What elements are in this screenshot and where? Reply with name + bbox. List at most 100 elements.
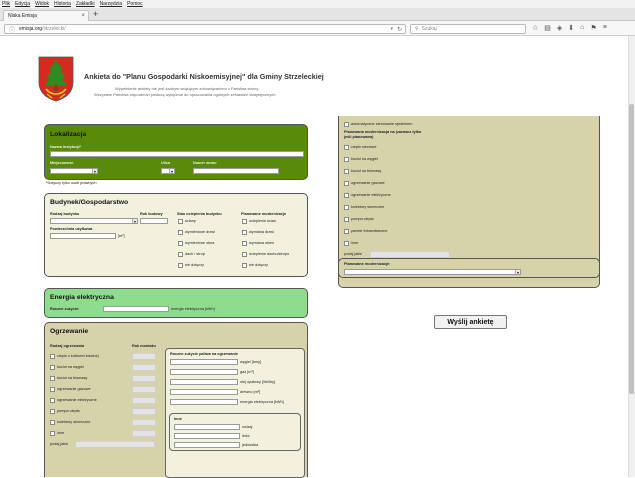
hamburger-menu-icon[interactable]: ≡ bbox=[603, 24, 607, 32]
miejscowosc-select[interactable]: ▾ bbox=[50, 168, 98, 174]
ogrz-checkbox-kotlownia[interactable] bbox=[50, 354, 55, 359]
zuzycie-olej-input[interactable] bbox=[170, 379, 238, 385]
ogrz-rok-wegiel[interactable] bbox=[132, 364, 156, 371]
zuzycie-paliwa-label: Roczne zużycie paliwa na ogrzewanie bbox=[170, 352, 238, 356]
close-icon[interactable]: × bbox=[81, 13, 85, 19]
planowane-select[interactable]: ▾ bbox=[344, 269, 521, 275]
right-checkbox-pompa[interactable] bbox=[344, 217, 349, 222]
miejscowosc-label: Miejscowość bbox=[50, 161, 74, 165]
rodzaj-budynku-select[interactable]: ▾ bbox=[50, 218, 138, 224]
bookmark-star-icon[interactable]: ☆ bbox=[532, 24, 538, 32]
menu-pomoc[interactable]: Pomoc bbox=[127, 1, 143, 7]
plan-checkbox-nie-dotyczy[interactable] bbox=[242, 263, 247, 268]
tab-niska-emisja[interactable]: Niska Emisja × bbox=[3, 10, 89, 21]
ogrz-rok-biomasa[interactable] bbox=[132, 375, 156, 382]
new-tab-icon[interactable]: + bbox=[93, 10, 98, 19]
search-input[interactable]: ⚲ Szukaj bbox=[410, 24, 526, 34]
rodzaj-ogrzewania-label: Rodzaj ogrzewania bbox=[50, 344, 85, 348]
addon-icon[interactable]: ⚑ bbox=[590, 24, 596, 32]
right-checkbox-biomasa[interactable] bbox=[344, 169, 349, 174]
stan-checkbox-okna[interactable] bbox=[178, 241, 183, 246]
submit-button[interactable]: Wyślij ankietę bbox=[434, 315, 507, 329]
ogrz-checkbox-elektryczne[interactable] bbox=[50, 398, 55, 403]
stan-checkbox-nie-dotyczy[interactable] bbox=[178, 263, 183, 268]
stan-checkbox-sciany[interactable] bbox=[178, 219, 183, 224]
lokalizacja-panel: Lokalizacja Nazwa instytucji* Miejscowoś… bbox=[44, 124, 308, 180]
ogrz-label-wegiel: kocioł na węgiel bbox=[57, 365, 84, 369]
reading-list-icon[interactable]: ▤ bbox=[544, 24, 551, 32]
right-podaj-input[interactable] bbox=[370, 251, 450, 258]
energia-unit: energia elektryczna [kWh] bbox=[171, 307, 215, 311]
ogrz-checkbox-inne[interactable] bbox=[50, 431, 55, 436]
home-icon[interactable]: ⌂ bbox=[580, 24, 584, 32]
ogrz-rok-pompa[interactable] bbox=[132, 408, 156, 415]
ogrz-rok-inne[interactable] bbox=[132, 430, 156, 437]
inne-rodzaj-input[interactable] bbox=[174, 424, 240, 430]
roczne-zuzycie-input[interactable] bbox=[103, 306, 169, 312]
right-checkbox-auto-top[interactable] bbox=[344, 122, 349, 127]
search-icon: ⚲ bbox=[415, 26, 419, 32]
zuzycie-wegiel-input[interactable] bbox=[170, 359, 238, 365]
ogrz-rok-kotlownia[interactable] bbox=[132, 353, 156, 360]
menu-narzedzia[interactable]: Narzędzia bbox=[100, 1, 123, 7]
ogrz-checkbox-biomasa[interactable] bbox=[50, 376, 55, 381]
ulica-select[interactable]: ▾ bbox=[161, 168, 175, 174]
stan-label-okna: wymienione okna bbox=[185, 241, 215, 245]
inne-box: Inne rodzaj ilość jednostka bbox=[169, 413, 301, 451]
planowane-panel: Planowane modernizacje: ▾ bbox=[338, 258, 600, 278]
menu-plik[interactable]: Plik bbox=[2, 1, 10, 7]
download-icon[interactable]: ⬇ bbox=[568, 24, 574, 32]
right-checkbox-gazowe[interactable] bbox=[344, 181, 349, 186]
plan-checkbox-okna[interactable] bbox=[242, 241, 247, 246]
menu-zakladki[interactable]: Zakładki bbox=[76, 1, 95, 7]
ogrz-podaj-input[interactable] bbox=[75, 441, 155, 448]
ogrz-checkbox-wegiel[interactable] bbox=[50, 365, 55, 370]
plan-checkbox-sciany[interactable] bbox=[242, 219, 247, 224]
right-checkbox-inne[interactable] bbox=[344, 241, 349, 246]
inne-jednostka-input[interactable] bbox=[174, 442, 240, 448]
url-bar[interactable]: ⓘ emisja.org /strzelecki/ ▾ ↻ bbox=[4, 24, 406, 34]
plan-label-dach: ocieplenie dachu/stropu bbox=[249, 252, 290, 256]
page-scrollbar[interactable] bbox=[628, 36, 635, 477]
right-checkbox-wegiel[interactable] bbox=[344, 157, 349, 162]
menu-bar: Plik Edycja Widok Historia Zakładki Narz… bbox=[0, 0, 635, 8]
stan-checkbox-dach[interactable] bbox=[178, 252, 183, 257]
powierzchnia-input[interactable] bbox=[50, 233, 116, 239]
menu-widok[interactable]: Widok bbox=[35, 1, 49, 7]
inne-ilosc-input[interactable] bbox=[174, 433, 240, 439]
menu-historia[interactable]: Historia bbox=[54, 1, 71, 7]
nazwa-label: Nazwa instytucji* bbox=[50, 145, 82, 149]
nazwa-instytucji-input[interactable] bbox=[50, 151, 304, 157]
ogrz-checkbox-pompa[interactable] bbox=[50, 409, 55, 414]
plan-checkbox-drzwi[interactable] bbox=[242, 230, 247, 235]
ogrz-checkbox-gazowe[interactable] bbox=[50, 387, 55, 392]
dropdown-icon[interactable]: ▾ bbox=[390, 26, 393, 32]
right-checkbox-panele[interactable] bbox=[344, 229, 349, 234]
right-checkbox-cieplo-sieciowe[interactable] bbox=[344, 145, 349, 150]
scrollbar-thumb[interactable] bbox=[629, 104, 634, 394]
budynek-panel: Budynek/Gospodarstwo Rodzaj budynku ▾ Ro… bbox=[44, 193, 308, 277]
budynek-title: Budynek/Gospodarstwo bbox=[50, 199, 129, 206]
pocket-icon[interactable]: ◈ bbox=[557, 24, 562, 32]
lokalizacja-title: Lokalizacja bbox=[50, 131, 87, 138]
ogrz-rok-gazowe[interactable] bbox=[132, 386, 156, 393]
page-content: Ankieta do "Planu Gospodarki Niskoemisyj… bbox=[0, 36, 628, 478]
ogrz-rok-elektryczne[interactable] bbox=[132, 397, 156, 404]
right-checkbox-elektryczne[interactable] bbox=[344, 193, 349, 198]
inne-ilosc-label: ilość bbox=[242, 434, 250, 438]
stan-checkbox-drzwi[interactable] bbox=[178, 230, 183, 235]
stan-label-sciany: ściany bbox=[185, 219, 196, 223]
rok-budowy-input[interactable] bbox=[140, 218, 168, 224]
rok-montazu-label: Rok montażu bbox=[132, 344, 156, 348]
plan-checkbox-dach[interactable] bbox=[242, 252, 247, 257]
menu-edycja[interactable]: Edycja bbox=[15, 1, 30, 7]
zuzycie-energia-input[interactable] bbox=[170, 399, 238, 405]
reload-icon[interactable]: ↻ bbox=[397, 26, 402, 33]
zuzycie-drewno-input[interactable] bbox=[170, 389, 238, 395]
zuzycie-gaz-input[interactable] bbox=[170, 369, 238, 375]
right-checkbox-kolektory[interactable] bbox=[344, 205, 349, 210]
numer-domu-input[interactable] bbox=[193, 168, 279, 174]
ogrz-rok-kolektory[interactable] bbox=[132, 419, 156, 426]
info-icon[interactable]: ⓘ bbox=[9, 25, 15, 34]
ogrz-checkbox-kolektory[interactable] bbox=[50, 420, 55, 425]
